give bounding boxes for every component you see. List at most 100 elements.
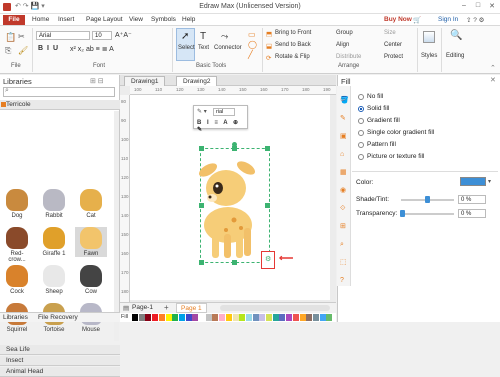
palette-swatch[interactable] (286, 314, 293, 321)
palette-swatch[interactable] (259, 314, 266, 321)
fill-option-label[interactable]: Picture or texture fill (367, 153, 424, 160)
align-button[interactable]: Align (336, 42, 349, 48)
shape-item[interactable]: Red-crow... (4, 227, 30, 263)
font-style-buttons[interactable]: BIU (38, 45, 62, 52)
palette-swatch[interactable] (266, 314, 272, 321)
font-grow-icon[interactable]: A⁺A⁻ (115, 31, 132, 39)
palette-swatch[interactable] (178, 314, 185, 321)
shape-item[interactable]: Cock (4, 265, 30, 295)
styles-button[interactable]: Styles (421, 53, 437, 59)
font-size-select[interactable]: 10 (92, 31, 112, 40)
rotate-flip-button[interactable]: Rotate & Flip (275, 54, 310, 60)
library-category-animal-head[interactable]: Animal Head (0, 367, 120, 377)
palette-swatch[interactable] (299, 314, 306, 321)
buy-now-link[interactable]: Buy Now (384, 16, 412, 23)
floating-toolbar-icons[interactable]: ✎ ▾ (197, 108, 207, 115)
palette-swatch[interactable] (279, 314, 286, 321)
menu-page-layout[interactable]: Page Layout (86, 16, 123, 23)
transparency-slider[interactable] (401, 213, 454, 215)
palette-swatch[interactable] (212, 314, 219, 321)
palette-swatch[interactable] (199, 314, 205, 321)
resize-handle[interactable] (232, 146, 237, 151)
distribute-button[interactable]: Distribute (336, 54, 361, 60)
text-tool-icon[interactable]: T (200, 31, 206, 42)
palette-swatch[interactable] (132, 314, 138, 321)
size-button[interactable]: Size (384, 30, 396, 36)
tab-drawing1[interactable]: Drawing1 (124, 76, 166, 86)
transparency-slider-thumb[interactable] (400, 210, 405, 217)
share-icon[interactable]: ⇪ ? ⚙ (466, 16, 485, 24)
palette-swatch[interactable] (185, 314, 192, 321)
fill-option-radio[interactable] (358, 142, 364, 148)
tab-drawing2[interactable]: Drawing2 (176, 76, 218, 86)
shape-item[interactable]: Cow (78, 265, 104, 295)
page-tab-active[interactable]: Page 1 (176, 303, 207, 313)
shape-item[interactable]: Sheep (41, 265, 67, 295)
file-menu[interactable]: File (3, 15, 25, 25)
palette-swatch[interactable] (205, 314, 212, 321)
format-painter-icon[interactable]: 🖌 (18, 46, 28, 55)
palette-swatch[interactable] (306, 314, 313, 321)
fill-option-label[interactable]: Gradient fill (367, 117, 400, 124)
connector-icon[interactable]: ⤳ (221, 31, 228, 42)
palette-swatch[interactable] (165, 314, 172, 321)
library-category-sea-life[interactable]: Sea Life (0, 345, 120, 355)
fill-option-radio[interactable] (358, 94, 364, 100)
text-tool-label[interactable]: Text (198, 45, 209, 51)
palette-swatch[interactable] (239, 314, 246, 321)
resize-handle[interactable] (232, 260, 237, 265)
floating-format-buttons[interactable]: B I ≡ A ⊕ ✎ (197, 119, 247, 133)
shape-item[interactable]: Cat (78, 189, 104, 219)
resize-handle[interactable] (199, 146, 204, 151)
library-search-input[interactable] (3, 87, 115, 97)
font-family-select[interactable]: Arial (36, 31, 90, 40)
palette-swatch[interactable] (232, 314, 239, 321)
center-button[interactable]: Center (384, 42, 402, 48)
menu-home[interactable]: Home (32, 16, 49, 23)
shape-tools-icons[interactable]: ▭ ◯ ╱ (248, 30, 257, 60)
fill-color-picker[interactable] (460, 177, 486, 186)
editing-button[interactable]: Editing (446, 53, 464, 59)
floating-font-select[interactable]: rial (213, 108, 235, 116)
fill-option-label[interactable]: Solid fill (367, 105, 389, 112)
palette-swatch[interactable] (272, 314, 279, 321)
library-category-terricole[interactable]: Terricole (0, 100, 120, 110)
page-tab-1[interactable]: Page-1 (132, 304, 153, 311)
tab-libraries[interactable]: Libraries (3, 314, 28, 321)
add-page-icon[interactable]: + (164, 303, 169, 312)
tab-file-recovery[interactable]: File Recovery (38, 314, 78, 321)
paste-icon[interactable]: 📋 (5, 32, 16, 43)
palette-swatch[interactable] (152, 314, 159, 321)
shade-slider-thumb[interactable] (425, 196, 430, 203)
palette-swatch[interactable] (158, 314, 165, 321)
close-icon[interactable]: ✕ (486, 2, 498, 11)
fill-option-label[interactable]: Single color gradient fill (367, 129, 434, 136)
libraries-options-icon[interactable]: ⊞ ⊟ (90, 77, 104, 85)
fill-option-label[interactable]: No fill (367, 93, 383, 100)
sign-in-link[interactable]: Sign In (438, 16, 458, 23)
fill-option-radio[interactable] (358, 130, 364, 136)
fill-option-radio[interactable] (358, 118, 364, 124)
resize-handle[interactable] (265, 146, 270, 151)
resize-handle[interactable] (199, 260, 204, 265)
minimize-icon[interactable]: – (458, 2, 470, 11)
maximize-icon[interactable]: □ (472, 2, 484, 11)
menu-symbols[interactable]: Symbols (151, 16, 176, 23)
page-nav-icon[interactable]: ▤ (123, 304, 129, 312)
palette-swatch[interactable] (192, 314, 199, 321)
resize-handle[interactable] (199, 203, 204, 208)
horizontal-scrollbar[interactable] (220, 305, 330, 311)
group-button[interactable]: Group (336, 30, 353, 36)
connector-tool-label[interactable]: Connector (214, 45, 242, 51)
shade-value-input[interactable]: 0 % (458, 195, 486, 204)
send-to-back-button[interactable]: Send to Back (275, 42, 311, 48)
fill-option-label[interactable]: Pattern fill (367, 141, 396, 148)
fill-option-radio[interactable] (358, 106, 364, 112)
resize-handle[interactable] (265, 203, 270, 208)
panel-close-icon[interactable]: ✕ (490, 76, 496, 84)
fill-option-radio[interactable] (358, 154, 364, 160)
palette-swatch[interactable] (326, 314, 333, 321)
transparency-value-input[interactable]: 0 % (458, 209, 486, 218)
text-format-icons[interactable]: x² x₂ ab ≡ ≣ A (70, 45, 114, 53)
shape-item[interactable]: Fawn (75, 227, 107, 257)
